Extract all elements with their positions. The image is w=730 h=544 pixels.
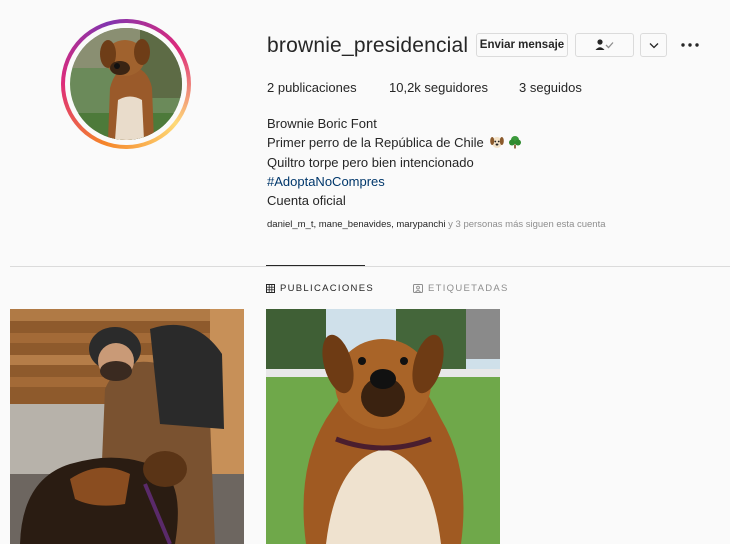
followed-by-users[interactable]: daniel_m_t, mane_benavides, marypanchi — [267, 219, 446, 230]
ellipsis-icon — [681, 43, 699, 47]
bio-hashtag-link[interactable]: #AdoptaNoCompres — [267, 172, 522, 191]
avatar[interactable] — [70, 28, 182, 140]
bio-line-2: Quiltro torpe pero bien intencionado — [267, 154, 474, 170]
avatar-frame — [65, 23, 187, 145]
avatar-photo — [70, 28, 182, 140]
bio-name: Brownie Boric Font — [267, 116, 377, 131]
tab-etiquetadas[interactable]: ETIQUETADAS — [413, 283, 509, 294]
tag-person-icon — [413, 284, 423, 293]
send-message-button[interactable]: Enviar mensaje — [476, 33, 568, 57]
bio-line-1: Primer perro de la República de Chile — [267, 133, 522, 152]
following-count[interactable]: 3 seguidos — [519, 80, 582, 95]
tree-icon — [509, 136, 522, 149]
followed-by[interactable]: daniel_m_t, mane_benavides, marypanchi y… — [267, 219, 606, 230]
profile-username: brownie_presidencial — [267, 34, 469, 57]
photo-dog-portrait — [266, 309, 500, 544]
tab-publicaciones-label: PUBLICACIONES — [280, 283, 374, 294]
tabs-divider — [10, 266, 730, 267]
followed-by-suffix: y 3 personas más siguen esta cuenta — [445, 219, 606, 230]
grid-icon — [266, 284, 275, 293]
chevron-down-icon — [649, 42, 658, 48]
more-options-button[interactable] — [681, 40, 701, 50]
photo-man-with-dog — [10, 309, 244, 544]
posts-count: 2 publicaciones — [267, 80, 357, 95]
post-thumbnail-2[interactable] — [266, 309, 500, 544]
dog-face-icon — [490, 137, 505, 149]
profile-bio: Brownie Boric Font Primer perro de la Re… — [267, 114, 522, 210]
person-check-icon — [595, 39, 613, 50]
following-button[interactable] — [575, 33, 634, 57]
active-tab-indicator — [266, 265, 365, 266]
tab-publicaciones[interactable]: PUBLICACIONES — [266, 283, 374, 294]
tab-etiquetadas-label: ETIQUETADAS — [428, 283, 509, 294]
avatar-ring[interactable] — [61, 19, 191, 149]
post-thumbnail-1[interactable] — [10, 309, 244, 544]
followers-count[interactable]: 10,2k seguidores — [389, 80, 488, 95]
bio-line-1-text: Primer perro de la República de Chile — [267, 135, 484, 151]
bio-line-4: Cuenta oficial — [267, 193, 346, 209]
suggestions-dropdown-button[interactable] — [640, 33, 667, 57]
